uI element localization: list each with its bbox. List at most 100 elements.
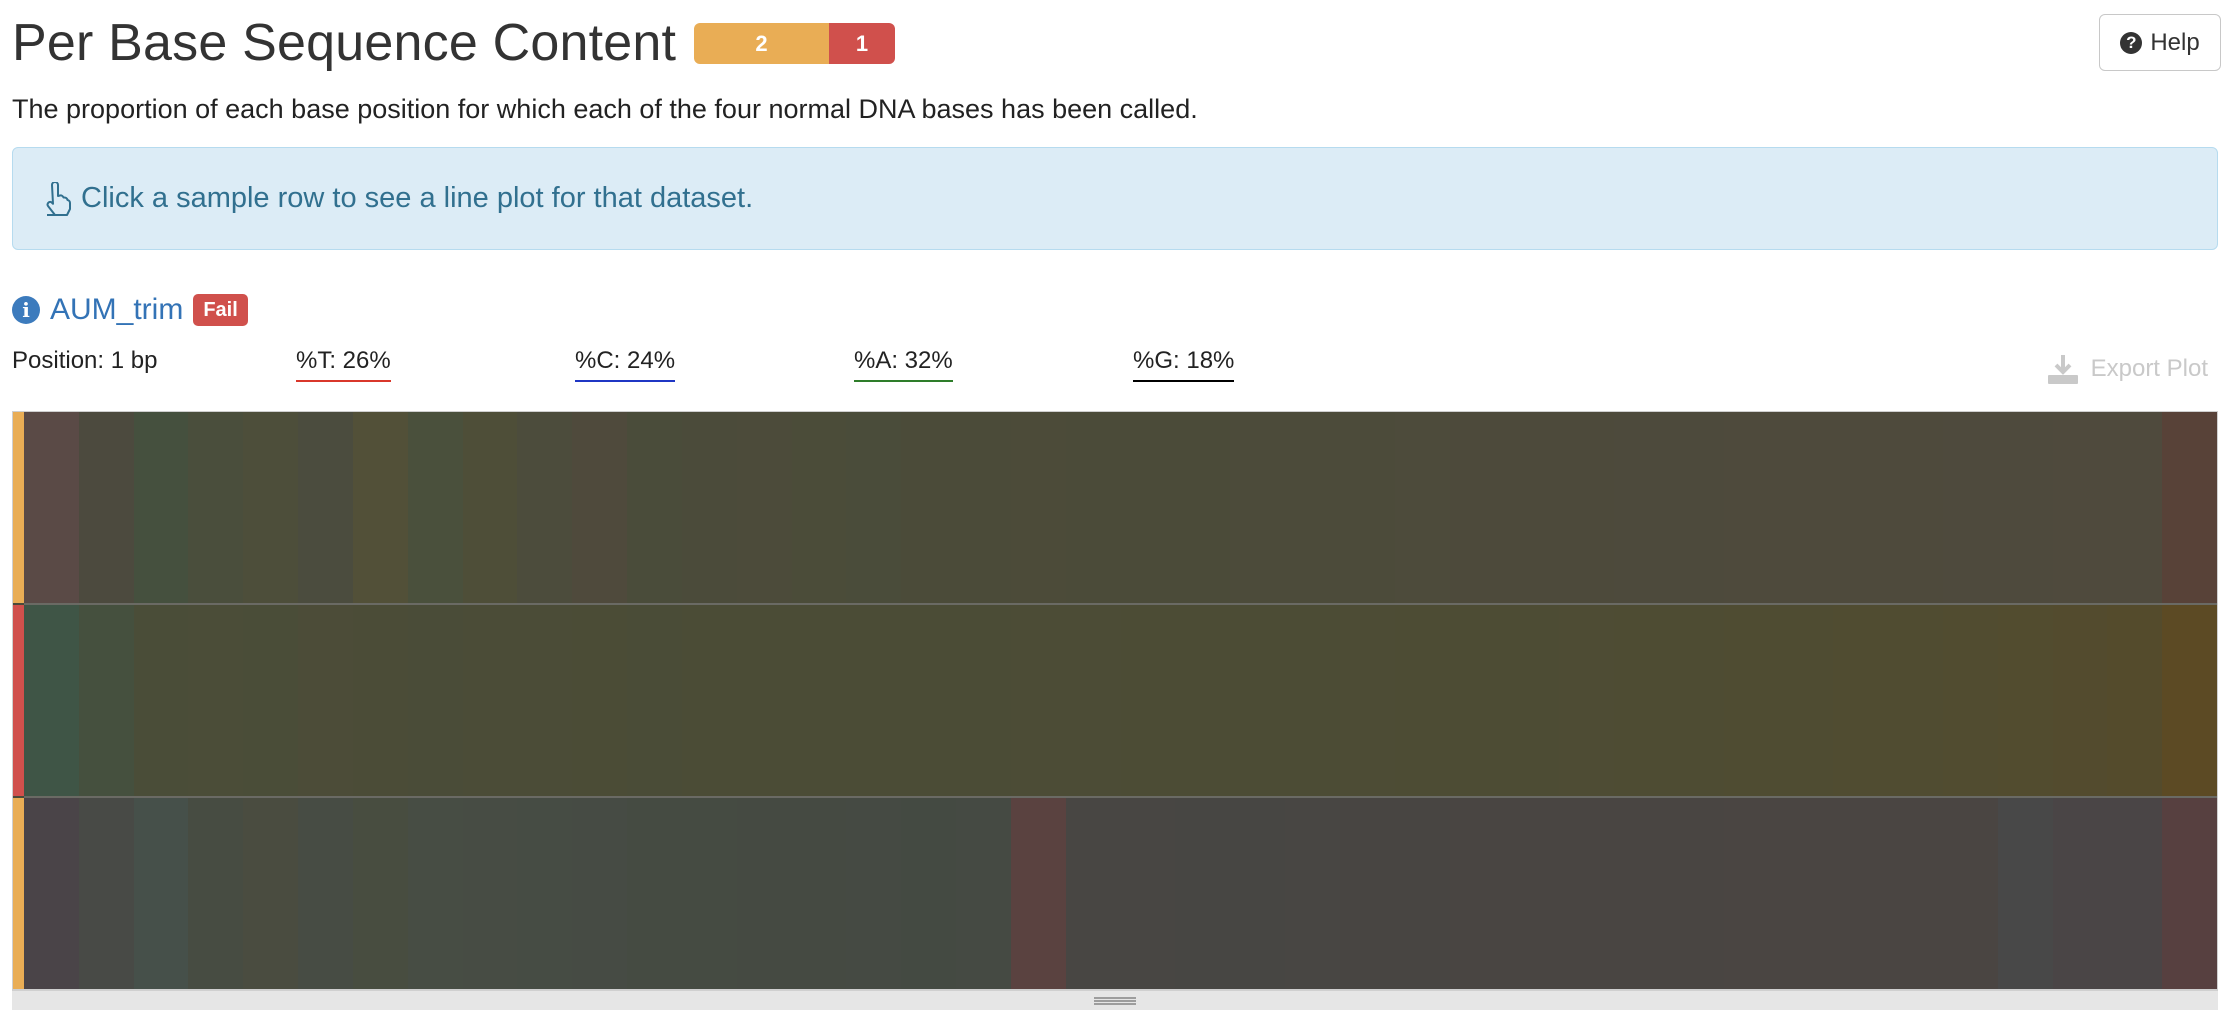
heatmap-cell[interactable] <box>78 412 134 603</box>
heatmap-cell[interactable] <box>24 605 79 796</box>
heatmap-cell[interactable] <box>1504 412 1560 603</box>
heatmap-cell[interactable] <box>1997 412 2053 603</box>
heatmap-cell[interactable] <box>2052 412 2108 603</box>
heatmap-cells[interactable] <box>24 412 2218 603</box>
heatmap-cell[interactable] <box>1668 605 1724 796</box>
heatmap-cell[interactable] <box>462 412 518 603</box>
heatmap-cell[interactable] <box>1833 605 1889 796</box>
heatmap-cell[interactable] <box>352 605 408 796</box>
heatmap-cell[interactable] <box>243 412 299 603</box>
heatmap-cell[interactable] <box>1559 605 1615 796</box>
heatmap-cell[interactable] <box>1065 798 1121 989</box>
heatmap-cell[interactable] <box>1449 412 1505 603</box>
heatmap-sample-row[interactable] <box>13 798 2218 989</box>
heatmap-cell[interactable] <box>572 605 628 796</box>
heatmap-cell[interactable] <box>24 412 79 603</box>
sequence-content-heatmap[interactable] <box>12 411 2218 990</box>
heatmap-cell[interactable] <box>243 798 299 989</box>
heatmap-cell[interactable] <box>1997 798 2053 989</box>
heatmap-cell[interactable] <box>791 605 847 796</box>
heatmap-cell[interactable] <box>1010 605 1066 796</box>
heatmap-cell[interactable] <box>1723 412 1779 603</box>
heatmap-cell[interactable] <box>1394 798 1450 989</box>
heatmap-cell[interactable] <box>901 605 957 796</box>
heatmap-cell[interactable] <box>956 605 1011 796</box>
heatmap-cell[interactable] <box>1285 605 1340 796</box>
heatmap-cell[interactable] <box>407 412 463 603</box>
heatmap-cell[interactable] <box>462 605 518 796</box>
heatmap-cell[interactable] <box>681 412 737 603</box>
heatmap-cell[interactable] <box>2162 798 2218 989</box>
heatmap-cell[interactable] <box>352 798 408 989</box>
heatmap-cell[interactable] <box>1010 412 1066 603</box>
heatmap-cell[interactable] <box>298 412 353 603</box>
heatmap-cell[interactable] <box>1888 605 1943 796</box>
heatmap-cell[interactable] <box>1614 605 1669 796</box>
heatmap-cell[interactable] <box>681 605 737 796</box>
heatmap-cell[interactable] <box>1120 798 1176 989</box>
heatmap-cell[interactable] <box>1723 798 1779 989</box>
heatmap-cell[interactable] <box>956 798 1011 989</box>
heatmap-cell[interactable] <box>2162 605 2218 796</box>
heatmap-sample-row[interactable] <box>13 412 2218 603</box>
heatmap-cell[interactable] <box>1559 412 1615 603</box>
sample-name-link[interactable]: AUM_trim <box>50 293 183 327</box>
heatmap-cell[interactable] <box>1668 798 1724 989</box>
heatmap-cell[interactable] <box>627 605 682 796</box>
heatmap-cell[interactable] <box>1449 798 1505 989</box>
heatmap-cell[interactable] <box>791 412 847 603</box>
heatmap-cell[interactable] <box>846 412 902 603</box>
status-warn-segment[interactable]: 2 <box>694 23 829 64</box>
heatmap-cell[interactable] <box>1010 798 1066 989</box>
info-circle-icon[interactable]: i <box>12 296 40 324</box>
heatmap-cell[interactable] <box>133 798 189 989</box>
heatmap-cell[interactable] <box>1778 798 1834 989</box>
heatmap-cell[interactable] <box>1559 798 1615 989</box>
heatmap-cell[interactable] <box>1394 412 1450 603</box>
heatmap-cell[interactable] <box>298 798 353 989</box>
heatmap-cell[interactable] <box>2052 798 2108 989</box>
heatmap-cell[interactable] <box>901 412 957 603</box>
export-plot-button[interactable]: Export Plot <box>2047 353 2208 385</box>
heatmap-cell[interactable] <box>1504 798 1560 989</box>
heatmap-cell[interactable] <box>627 412 682 603</box>
heatmap-cell[interactable] <box>2107 412 2163 603</box>
heatmap-cell[interactable] <box>1723 605 1779 796</box>
heatmap-cell[interactable] <box>681 798 737 989</box>
heatmap-cell[interactable] <box>1120 412 1176 603</box>
heatmap-cell[interactable] <box>956 412 1011 603</box>
heatmap-cell[interactable] <box>407 605 463 796</box>
heatmap-cell[interactable] <box>407 798 463 989</box>
heatmap-cell[interactable] <box>736 798 792 989</box>
heatmap-cells[interactable] <box>24 605 2218 796</box>
heatmap-cell[interactable] <box>1942 605 1998 796</box>
heatmap-cell[interactable] <box>517 412 573 603</box>
status-fail-segment[interactable]: 1 <box>829 23 895 64</box>
status-progress-bar[interactable]: 2 1 <box>694 23 895 64</box>
heatmap-cell[interactable] <box>736 605 792 796</box>
heatmap-cell[interactable] <box>352 412 408 603</box>
heatmap-cell[interactable] <box>243 605 299 796</box>
heatmap-cell[interactable] <box>2162 412 2218 603</box>
heatmap-cell[interactable] <box>1175 798 1231 989</box>
heatmap-cell[interactable] <box>1888 798 1943 989</box>
heatmap-cell[interactable] <box>2107 605 2163 796</box>
heatmap-cell[interactable] <box>462 798 518 989</box>
heatmap-cell[interactable] <box>1997 605 2053 796</box>
heatmap-cell[interactable] <box>1778 605 1834 796</box>
heatmap-cell[interactable] <box>1285 412 1340 603</box>
heatmap-cell[interactable] <box>1120 605 1176 796</box>
heatmap-cell[interactable] <box>1614 798 1669 989</box>
heatmap-cell[interactable] <box>1942 412 1998 603</box>
heatmap-cell[interactable] <box>1833 798 1889 989</box>
heatmap-cell[interactable] <box>133 412 189 603</box>
heatmap-cell[interactable] <box>572 798 628 989</box>
heatmap-cell[interactable] <box>1175 605 1231 796</box>
heatmap-sample-row[interactable] <box>13 605 2218 796</box>
heatmap-cell[interactable] <box>1833 412 1889 603</box>
heatmap-cell[interactable] <box>572 412 628 603</box>
heatmap-cell[interactable] <box>2052 605 2108 796</box>
heatmap-cell[interactable] <box>1942 798 1998 989</box>
heatmap-cell[interactable] <box>1175 412 1231 603</box>
heatmap-cell[interactable] <box>517 798 573 989</box>
